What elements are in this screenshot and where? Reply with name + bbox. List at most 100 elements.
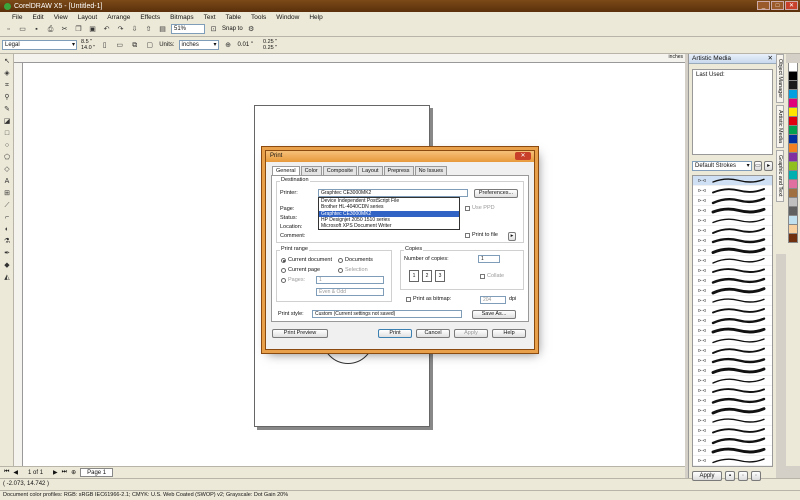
menu-arrange[interactable]: Arrange xyxy=(107,14,130,21)
menu-view[interactable]: View xyxy=(54,14,68,21)
color-swatch[interactable] xyxy=(788,189,798,198)
menu-help[interactable]: Help xyxy=(309,14,322,21)
menu-window[interactable]: Window xyxy=(276,14,299,21)
color-swatch[interactable] xyxy=(788,225,798,234)
menu-text[interactable]: Text xyxy=(204,14,216,21)
rectangle-tool-icon[interactable]: □ xyxy=(2,129,12,138)
open-folder-icon[interactable]: ▭ xyxy=(753,161,763,171)
smart-fill-icon[interactable]: ◪ xyxy=(2,117,12,126)
page-height-field[interactable]: 14.0 " xyxy=(81,45,95,51)
menu-bitmaps[interactable]: Bitmaps xyxy=(170,14,193,21)
tab-prepress[interactable]: Prepress xyxy=(383,166,414,175)
delete-stroke-icon[interactable]: ▫ xyxy=(751,471,761,481)
stroke-preset[interactable]: ⊳⊲ xyxy=(693,226,772,236)
tab-color[interactable]: Color xyxy=(300,166,322,175)
stroke-preset[interactable]: ⊳⊲ xyxy=(693,396,772,406)
menu-layout[interactable]: Layout xyxy=(78,14,98,21)
stroke-preset[interactable]: ⊳⊲ xyxy=(693,456,772,466)
color-swatch[interactable] xyxy=(788,207,798,216)
options-icon[interactable]: ⚙ xyxy=(246,24,257,34)
text-tool-icon[interactable]: A xyxy=(2,177,12,186)
stroke-list[interactable]: ⊳⊲ ⊳⊲ ⊳⊲ ⊳⊲ ⊳⊲ ⊳⊲ ⊳⊲ ⊳⊲ ⊳⊲ ⊳⊲ ⊳⊲ ⊳⊲ ⊳⊲ ⊳⊲ ⊳⊲ ⊳⊲ ⊳⊲ ⊳⊲ ⊳⊲ ⊳⊲… xyxy=(692,175,773,467)
color-swatch[interactable] xyxy=(788,171,798,180)
printer-option[interactable]: Microsoft XPS Document Writer xyxy=(319,223,459,229)
landscape-icon[interactable]: ▭ xyxy=(114,40,125,50)
shape-tool-icon[interactable]: ◈ xyxy=(2,69,12,78)
connector-tool-icon[interactable]: ⌐ xyxy=(2,213,12,222)
vertical-ruler[interactable] xyxy=(14,63,23,466)
add-page-icon[interactable]: ⊕ xyxy=(71,469,76,476)
flyout-arrow-icon[interactable]: ▸ xyxy=(764,161,773,171)
zoom-level-input[interactable]: 51% xyxy=(171,24,205,34)
color-swatch[interactable] xyxy=(788,198,798,207)
current-document-radio[interactable] xyxy=(281,258,286,263)
tab-layout[interactable]: Layout xyxy=(358,166,383,175)
stroke-preset[interactable]: ⊳⊲ xyxy=(693,256,772,266)
close-button[interactable]: ✕ xyxy=(785,1,798,10)
stroke-preset[interactable]: ⊳⊲ xyxy=(693,266,772,276)
color-swatch[interactable] xyxy=(788,117,798,126)
cancel-button[interactable]: Cancel xyxy=(416,329,450,338)
color-swatch[interactable] xyxy=(788,180,798,189)
collate-checkbox[interactable] xyxy=(480,274,485,279)
cut-icon[interactable]: ✂ xyxy=(59,24,70,34)
current-page-icon[interactable]: ▢ xyxy=(144,40,155,50)
import-icon[interactable]: ⇩ xyxy=(129,24,140,34)
menu-file[interactable]: File xyxy=(12,14,22,21)
ellipse-tool-icon[interactable]: ○ xyxy=(2,141,12,150)
stroke-preset[interactable]: ⊳⊲ xyxy=(693,306,772,316)
color-profile-bar[interactable]: Document color profiles: RGB: sRGB IEC61… xyxy=(0,490,800,500)
paste-icon[interactable]: ▣ xyxy=(87,24,98,34)
stroke-library-select[interactable]: Default Strokes xyxy=(692,161,752,171)
basic-shapes-icon[interactable]: ◇ xyxy=(2,165,12,174)
dimension-tool-icon[interactable]: ⟋ xyxy=(2,201,12,210)
stroke-preset[interactable]: ⊳⊲ xyxy=(693,186,772,196)
stroke-preset[interactable]: ⊳⊲ xyxy=(693,316,772,326)
maximize-button[interactable]: □ xyxy=(771,1,784,10)
color-swatch[interactable] xyxy=(788,144,798,153)
color-swatch[interactable] xyxy=(788,63,798,72)
printer-dropdown-list[interactable]: Device Independent PostScript File Brothe… xyxy=(318,197,460,231)
stroke-preset[interactable]: ⊳⊲ xyxy=(693,416,772,426)
save-as-button[interactable]: Save As... xyxy=(472,310,516,319)
crop-tool-icon[interactable]: ⌗ xyxy=(2,81,12,90)
stroke-preset[interactable]: ⊳⊲ xyxy=(693,366,772,376)
tab-composite[interactable]: Composite xyxy=(322,166,358,175)
print-as-bitmap-checkbox[interactable] xyxy=(406,297,411,302)
lock-icon[interactable]: ▪ xyxy=(725,471,735,481)
color-swatch[interactable] xyxy=(788,162,798,171)
current-page-radio[interactable] xyxy=(281,268,286,273)
print-preview-button[interactable]: Print Preview xyxy=(272,329,328,338)
color-swatch[interactable] xyxy=(788,99,798,108)
pages-input[interactable]: 1 xyxy=(316,276,384,284)
save-icon[interactable]: ▪ xyxy=(31,24,42,34)
use-ppd-checkbox[interactable] xyxy=(465,206,470,211)
printer-select[interactable]: Graphtec CE3000MK2 xyxy=(318,189,468,197)
paper-size-select[interactable]: Legal xyxy=(2,40,77,50)
page-tab-1[interactable]: Page 1 xyxy=(80,468,114,477)
even-odd-select[interactable]: Even & Odd xyxy=(316,288,384,296)
freehand-tool-icon[interactable]: ✎ xyxy=(2,105,12,114)
publish-pdf-icon[interactable]: ▤ xyxy=(157,24,168,34)
duplicate-y-field[interactable]: 0.25 " xyxy=(263,45,277,51)
eyedropper-icon[interactable]: ⚗ xyxy=(2,237,12,246)
stroke-preset[interactable]: ⊳⊲ xyxy=(693,196,772,206)
print-to-file-checkbox[interactable] xyxy=(465,233,470,238)
tab-object-manager[interactable]: Object Manager xyxy=(776,54,784,104)
stroke-preset[interactable]: ⊳⊲ xyxy=(693,216,772,226)
color-swatch[interactable] xyxy=(788,72,798,81)
next-page-icon[interactable]: ▶ xyxy=(53,469,58,476)
color-swatch[interactable] xyxy=(788,216,798,225)
stroke-preset[interactable]: ⊳⊲ xyxy=(693,206,772,216)
menu-effects[interactable]: Effects xyxy=(140,14,160,21)
stroke-preset[interactable]: ⊳⊲ xyxy=(693,246,772,256)
snap-to-menu[interactable]: Snap to xyxy=(222,26,243,32)
print-icon[interactable]: ⎙ xyxy=(45,24,56,34)
minimize-button[interactable]: _ xyxy=(757,1,770,10)
stroke-preset[interactable]: ⊳⊲ xyxy=(693,296,772,306)
dpi-input[interactable]: 204 xyxy=(480,296,506,304)
interactive-fill-icon[interactable]: ◭ xyxy=(2,273,12,282)
color-swatch[interactable] xyxy=(788,90,798,99)
polygon-tool-icon[interactable]: ⬠ xyxy=(2,153,12,162)
stroke-preset[interactable]: ⊳⊲ xyxy=(693,356,772,366)
